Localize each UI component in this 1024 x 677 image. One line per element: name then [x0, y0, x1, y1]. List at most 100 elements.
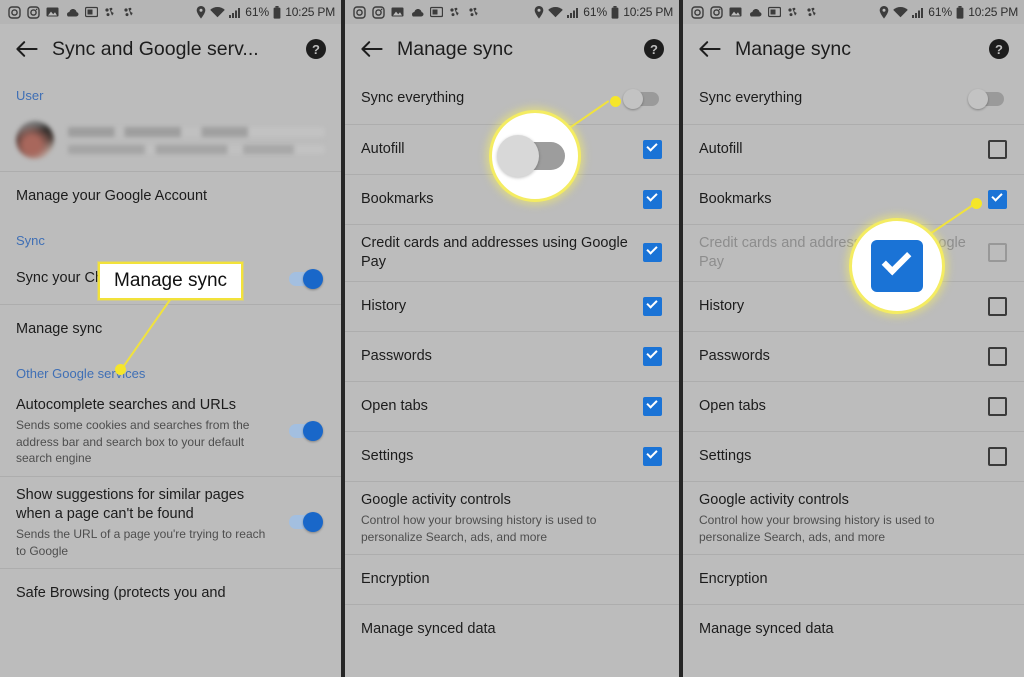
- row-history[interactable]: History: [345, 281, 679, 331]
- help-icon[interactable]: ?: [305, 38, 327, 60]
- cloud-icon: [410, 7, 424, 18]
- section-label-sync: Sync: [16, 233, 45, 248]
- bookmarks-checkbox[interactable]: [643, 189, 663, 210]
- row-open-tabs[interactable]: Open tabs: [345, 381, 679, 431]
- row-text: Encryption: [361, 570, 663, 589]
- row-title: Show suggestions for similar pages when …: [16, 486, 245, 522]
- settings-checkbox[interactable]: [643, 446, 663, 467]
- row-bookmarks[interactable]: Bookmarks: [683, 174, 1024, 224]
- app-bar: Manage sync ?: [683, 24, 1024, 74]
- row-text: History: [699, 297, 988, 316]
- history-checkbox[interactable]: [643, 296, 663, 317]
- row-autofill[interactable]: Autofill: [683, 124, 1024, 174]
- row-title: Sync everything: [361, 90, 465, 107]
- passwords-checkbox[interactable]: [988, 346, 1008, 367]
- autofill-checkbox[interactable]: [988, 139, 1008, 160]
- row-passwords[interactable]: Passwords: [345, 331, 679, 381]
- status-bar-notification-icons: [691, 5, 879, 19]
- sync-everything-toggle[interactable]: [623, 88, 663, 110]
- row-settings[interactable]: Settings: [683, 431, 1024, 481]
- row-title: Encryption: [699, 571, 768, 588]
- profile-name-line: [68, 126, 325, 137]
- row-open-tabs[interactable]: Open tabs: [683, 381, 1024, 431]
- row-text: Open tabs: [699, 397, 988, 416]
- autofill-checkbox[interactable]: [643, 139, 663, 160]
- cast-icon: [449, 6, 462, 18]
- help-icon[interactable]: ?: [643, 38, 665, 60]
- row-autofill[interactable]: Autofill: [345, 124, 679, 174]
- sync-chrome-data-toggle[interactable]: [285, 268, 325, 290]
- manage-sync-list: Sync everything Autofill Bookmarks Credi…: [683, 74, 1024, 655]
- media-icon: [85, 6, 98, 18]
- row-manage-google-account[interactable]: Manage your Google Account: [0, 171, 341, 221]
- row-show-suggestions-similar-pages[interactable]: Show suggestions for similar pages when …: [0, 475, 341, 568]
- row-history[interactable]: History: [683, 281, 1024, 331]
- row-google-activity-controls[interactable]: Google activity controls Control how you…: [345, 481, 679, 554]
- row-title: Manage synced data: [699, 621, 834, 638]
- row-bookmarks[interactable]: Bookmarks: [345, 174, 679, 224]
- row-text: Bookmarks: [699, 190, 988, 209]
- autocomplete-toggle[interactable]: [285, 420, 325, 442]
- row-text: Sync your Chrome data: [16, 269, 285, 288]
- battery-percent-label: 61%: [928, 5, 953, 19]
- wifi-icon: [548, 6, 564, 18]
- panel-manage-sync-bookmarks-only: 61% 10:25 PM Manage sync ? Sync everythi…: [683, 0, 1024, 677]
- credit-cards-checkbox[interactable]: [643, 243, 663, 263]
- row-title: Autofill: [699, 140, 743, 157]
- row-text: Settings: [699, 447, 988, 466]
- row-text: Manage synced data: [699, 620, 1008, 639]
- back-arrow-icon[interactable]: [357, 34, 387, 64]
- panel-sync-and-google-services: 61% 10:25 PM Sync and Google serv... ? U…: [0, 0, 341, 677]
- checkbox-box: [988, 296, 1007, 316]
- row-text: Credit cards and addresses using Google …: [699, 234, 988, 272]
- location-pin-icon: [196, 5, 206, 19]
- row-manage-synced-data[interactable]: Manage synced data: [683, 604, 1024, 654]
- row-text: Manage sync: [16, 320, 325, 339]
- toggle-thumb: [968, 89, 988, 109]
- row-sync-everything[interactable]: Sync everything: [683, 74, 1024, 124]
- back-arrow-icon[interactable]: [12, 34, 42, 64]
- row-encryption[interactable]: Encryption: [683, 554, 1024, 604]
- signal-bars-icon: [912, 7, 924, 18]
- sync-everything-toggle[interactable]: [968, 88, 1008, 110]
- row-passwords[interactable]: Passwords: [683, 331, 1024, 381]
- row-credit-cards-and-addresses[interactable]: Credit cards and addresses using Google …: [345, 224, 679, 281]
- row-text: Credit cards and addresses using Google …: [361, 234, 643, 272]
- svg-text:?: ?: [995, 42, 1003, 57]
- app-bar: Sync and Google serv... ?: [0, 24, 341, 74]
- row-title: Bookmarks: [361, 190, 434, 207]
- open-tabs-checkbox[interactable]: [988, 396, 1008, 417]
- row-title: Passwords: [699, 348, 770, 365]
- image-icon: [391, 6, 404, 18]
- back-arrow-icon[interactable]: [695, 34, 725, 64]
- row-text: Manage your Google Account: [16, 187, 325, 206]
- row-title: Autofill: [361, 140, 405, 157]
- settings-checkbox[interactable]: [988, 446, 1008, 467]
- media-icon: [430, 6, 443, 18]
- history-checkbox[interactable]: [988, 296, 1008, 317]
- row-manage-sync[interactable]: Manage sync: [0, 304, 341, 354]
- row-credit-cards-and-addresses: Credit cards and addresses using Google …: [683, 224, 1024, 281]
- row-text: Encryption: [699, 570, 1008, 589]
- row-settings[interactable]: Settings: [345, 431, 679, 481]
- open-tabs-checkbox[interactable]: [643, 396, 663, 417]
- profile-row[interactable]: [0, 109, 341, 171]
- passwords-checkbox[interactable]: [643, 346, 663, 367]
- row-title: Safe Browsing (protects you and: [16, 585, 226, 602]
- row-sync-your-chrome-data[interactable]: Sync your Chrome data: [0, 254, 341, 304]
- row-safe-browsing[interactable]: Safe Browsing (protects you and: [0, 568, 341, 618]
- row-manage-synced-data[interactable]: Manage synced data: [345, 604, 679, 654]
- status-bar-system-icons: 61% 10:25 PM: [196, 5, 335, 19]
- row-text: Settings: [361, 447, 643, 466]
- suggestions-toggle[interactable]: [285, 511, 325, 533]
- row-text: Sync everything: [361, 89, 623, 108]
- row-autocomplete-searches-and-urls[interactable]: Autocomplete searches and URLs Sends som…: [0, 387, 341, 476]
- row-encryption[interactable]: Encryption: [345, 554, 679, 604]
- battery-icon: [273, 5, 281, 19]
- location-pin-icon: [879, 5, 889, 19]
- row-google-activity-controls[interactable]: Google activity controls Control how you…: [683, 481, 1024, 554]
- help-icon[interactable]: ?: [988, 38, 1010, 60]
- row-sync-everything[interactable]: Sync everything: [345, 74, 679, 124]
- media-icon: [768, 6, 781, 18]
- bookmarks-checkbox[interactable]: [988, 189, 1008, 210]
